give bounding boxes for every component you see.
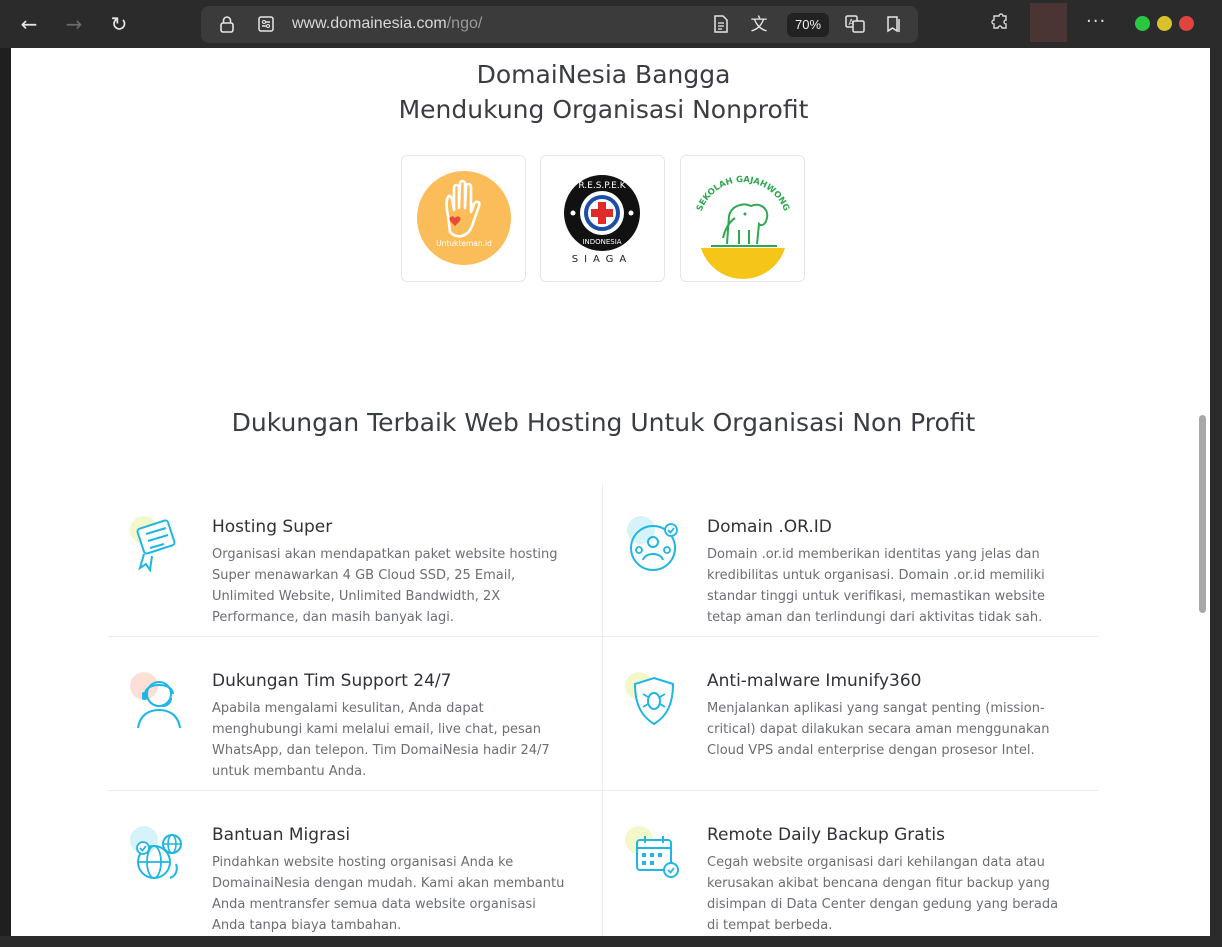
feature-title: Remote Daily Backup Gratis — [707, 825, 945, 845]
url-text[interactable]: www.domainesia.com/ngo/ — [292, 15, 482, 33]
feature-title: Bantuan Migrasi — [212, 825, 351, 845]
profile-avatar[interactable] — [1030, 3, 1067, 42]
browser-toolbar: ← → ↻ www.domainesia.com/ngo/ 文 70% A ··… — [0, 0, 1222, 48]
feature-title: Hosting Super — [212, 517, 333, 537]
shield-bug-icon — [625, 672, 675, 726]
feature-description: Organisasi akan mendapatkan paket websit… — [212, 547, 558, 625]
feature-title: Domain .OR.ID — [707, 517, 832, 537]
feature-bantuan-migrasi: Bantuan Migrasi Pindahkan website hostin… — [108, 802, 602, 936]
section-title: Dukungan Terbaik Web Hosting Untuk Organ… — [231, 408, 976, 437]
reload-icon[interactable]: ↻ — [107, 12, 131, 36]
lock-icon[interactable] — [217, 15, 237, 35]
translate-icon[interactable]: 文 — [749, 15, 769, 35]
svg-text:SEKOLAH GAJAHWONG: SEKOLAH GAJAHWONG — [695, 175, 791, 213]
window-bottom-edge — [0, 936, 1222, 947]
window-edge — [1210, 48, 1222, 947]
address-bar[interactable]: www.domainesia.com/ngo/ 文 70% A — [201, 6, 918, 43]
partner-logo-gajahwong[interactable]: SEKOLAH GAJAHWONG — [680, 155, 805, 282]
globe-migrate-icon — [130, 826, 182, 879]
feature-description: Pindahkan website hosting organisasi And… — [212, 855, 565, 933]
feature-hosting-super: Hosting Super Organisasi akan mendapatka… — [108, 494, 602, 648]
site-settings-icon[interactable] — [256, 15, 276, 35]
partner-logo-untukteman[interactable]: Untukteman.id — [401, 155, 526, 282]
respek-logo-bottom-text: SIAGA — [572, 254, 633, 265]
feature-support-247: Dukungan Tim Support 24/7 Apabila mengal… — [108, 648, 602, 802]
feature-domain-orid: Domain .OR.ID Domain .or.id memberikan i… — [603, 494, 1097, 648]
scrollbar-thumb[interactable] — [1199, 415, 1206, 613]
web-page: DomaiNesia Bangga Mendukung Organisasi N… — [11, 48, 1196, 936]
extensions-icon[interactable] — [988, 12, 1012, 36]
url-path: /ngo/ — [446, 15, 483, 32]
maximize-window-icon[interactable] — [1157, 16, 1172, 31]
favorites-icon[interactable] — [883, 15, 903, 35]
feature-anti-malware: Anti-malware Imunify360 Menjalankan apli… — [603, 648, 1097, 802]
svg-text:A: A — [849, 18, 855, 27]
server-award-icon — [130, 516, 176, 573]
feature-description: Domain .or.id memberikan identitas yang … — [707, 547, 1045, 625]
calendar-backup-icon — [625, 826, 679, 878]
immersive-translate-icon[interactable]: A — [845, 15, 865, 35]
headset-support-icon — [130, 672, 181, 729]
zoom-level[interactable]: 70% — [787, 13, 829, 37]
feature-title: Anti-malware Imunify360 — [707, 671, 922, 691]
respek-logo-top-text: R.E.S.P.E.K — [578, 181, 626, 191]
respek-logo-mid-text: INDONESIA — [582, 238, 621, 246]
gajahwong-logo-icon: SEKOLAH GAJAHWONG — [695, 175, 791, 279]
more-menu-icon[interactable]: ··· — [1086, 11, 1106, 32]
minimize-window-icon[interactable] — [1135, 16, 1150, 31]
gajahwong-logo-text: SEKOLAH GAJAHWONG — [695, 175, 791, 213]
feature-description: Apabila mengalami kesulitan, Anda dapat … — [212, 701, 550, 779]
hero-title-line1: DomaiNesia Bangga — [476, 60, 731, 89]
partner-logo-respek[interactable]: R.E.S.P.E.K INDONESIA SIAGA — [540, 155, 665, 282]
feature-description: Menjalankan aplikasi yang sangat penting… — [707, 701, 1050, 758]
feature-title: Dukungan Tim Support 24/7 — [212, 671, 452, 691]
hero-title-line2: Mendukung Organisasi Nonprofit — [398, 95, 809, 124]
forward-arrow-icon[interactable]: → — [62, 12, 86, 36]
back-arrow-icon[interactable]: ← — [17, 12, 41, 36]
close-window-icon[interactable] — [1179, 16, 1194, 31]
untukteman-logo-icon: Untukteman.id — [417, 171, 511, 265]
globe-people-icon — [627, 516, 678, 571]
feature-description: Cegah website organisasi dari kehilangan… — [707, 855, 1059, 933]
respek-logo-icon: R.E.S.P.E.K INDONESIA SIAGA — [564, 175, 640, 265]
untukteman-logo-text: Untukteman.id — [436, 239, 492, 248]
feature-remote-backup: Remote Daily Backup Gratis Cegah website… — [603, 802, 1097, 936]
url-host: www.domainesia.com — [292, 15, 447, 32]
reader-view-icon[interactable] — [711, 15, 731, 35]
